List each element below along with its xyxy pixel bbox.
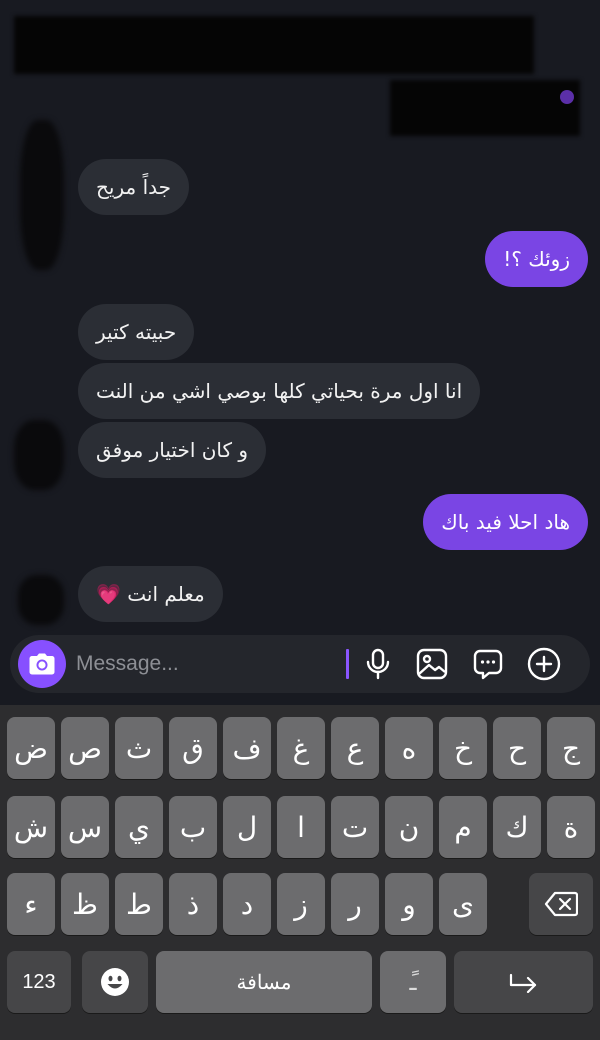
backspace-icon [544,891,578,917]
key[interactable]: ء [7,873,55,935]
emoji-icon [101,968,129,996]
redacted-name [390,80,580,136]
key[interactable]: ا [277,796,325,858]
redacted-header [14,16,534,74]
key[interactable]: ر [331,873,379,935]
sticker-button[interactable] [470,646,506,682]
key[interactable]: ش [7,796,55,858]
incoming-message[interactable]: و كان اختيار موفق [78,422,267,478]
key[interactable]: ت [331,796,379,858]
chat-thread: جداً مريح زوئك ؟! حبيته كتير انا اول مرة… [0,0,600,705]
incoming-message[interactable]: انا اول مرة بحياتي كلها بوصي اشي من النت [78,363,481,419]
backspace-key[interactable] [529,873,593,935]
incoming-message[interactable]: حبيته كتير [78,304,195,360]
key[interactable]: ق [169,717,217,779]
key[interactable]: ة [547,796,595,858]
return-arrow-icon [509,973,536,993]
key[interactable]: ص [61,717,109,779]
microphone-button[interactable] [360,646,396,682]
key[interactable]: ذ [169,873,217,935]
more-button[interactable] [526,646,562,682]
key[interactable]: ح [493,717,541,779]
key[interactable]: ي [115,796,163,858]
emoji-key[interactable] [82,951,148,1013]
avatar [18,575,64,625]
return-key[interactable] [454,951,593,1013]
key[interactable]: ف [223,717,271,779]
space-key[interactable]: مسافة [156,951,372,1013]
key[interactable]: ب [169,796,217,858]
camera-icon [29,653,55,675]
microphone-icon [366,648,390,680]
outgoing-message[interactable]: زوئك ؟! [485,231,588,287]
key[interactable]: ع [331,717,379,779]
key[interactable]: ى [439,873,487,935]
incoming-message[interactable]: معلم انت 💗 [78,566,223,622]
text-cursor [346,649,349,679]
key[interactable]: ظ [61,873,109,935]
avatar [14,420,64,490]
gallery-button[interactable] [414,646,450,682]
image-icon [416,648,448,680]
key[interactable]: س [61,796,109,858]
key[interactable]: ط [115,873,163,935]
sticker-chat-icon [473,649,503,680]
key[interactable]: و [385,873,433,935]
key[interactable]: د [223,873,271,935]
message-input[interactable] [76,647,336,681]
key[interactable]: ه [385,717,433,779]
redacted-accent-dot [560,90,574,104]
outgoing-message[interactable]: هاد احلا فيد باك [423,494,588,550]
key[interactable]: ل [223,796,271,858]
camera-button[interactable] [18,640,66,688]
key[interactable]: ن [385,796,433,858]
key[interactable]: ك [493,796,541,858]
avatar [20,120,64,270]
arabic-keyboard: ض ص ث ق ف غ ع ه خ ح ج ش س ي ب ل ا ت ن م … [0,705,600,1040]
key[interactable]: ض [7,717,55,779]
key[interactable]: ز [277,873,325,935]
key[interactable]: خ [439,717,487,779]
key[interactable]: ج [547,717,595,779]
key[interactable]: ث [115,717,163,779]
key[interactable]: غ [277,717,325,779]
incoming-message[interactable]: جداً مريح [78,159,189,215]
key[interactable]: م [439,796,487,858]
message-composer [10,635,590,693]
plus-icon [527,647,561,681]
diacritics-key[interactable]: ًـ [380,951,446,1013]
numbers-key[interactable]: 123 [7,951,71,1013]
